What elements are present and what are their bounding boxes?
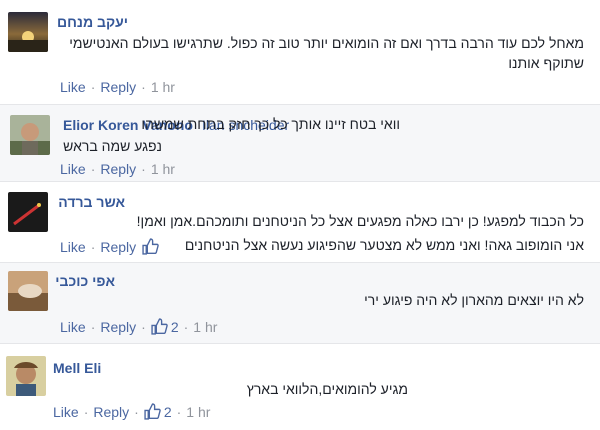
timestamp[interactable]: 1 hr (193, 319, 217, 335)
reply-link[interactable]: Reply (100, 161, 136, 177)
comment-actions: Like · Reply · 1 hr (60, 79, 175, 95)
comment-5: Mell Eli מגיע להומואים,הלוואי בארץ Like … (0, 344, 600, 430)
like-count: 2 (163, 403, 172, 420)
thumbs-up-icon (142, 238, 159, 255)
like-count: 2 (170, 318, 179, 335)
timestamp[interactable]: 1 hr (151, 79, 175, 95)
comment-3: אשר ברדה כל הכבוד למפגע! כן ירבו כאלה מפ… (0, 182, 600, 262)
comment-text-line-2: נפגע שמה בראש (63, 138, 162, 154)
like-count-badge[interactable]: 2 (151, 318, 179, 335)
separator-dot: · (90, 318, 96, 335)
avatar[interactable] (8, 271, 48, 311)
separator-dot: · (141, 79, 146, 95)
like-count-badge[interactable] (142, 238, 159, 255)
comment-text-line-1: מאחל לכם עוד הרבה בדרך ואם זה הומואים יו… (69, 35, 584, 51)
comment-text-line-1: לא היו יוצאים מהארון לא היה פיגוע ירי (364, 292, 584, 308)
like-link[interactable]: Like (60, 79, 86, 95)
separator-dot: · (134, 403, 139, 420)
author-name[interactable]: אפי כוכבי (55, 273, 115, 289)
avatar[interactable] (6, 356, 46, 396)
comment-text-line-1: וואי בטח זיינו אותך כל כך חזק בתחת שמשהו (141, 116, 400, 132)
separator-dot: · (90, 238, 96, 255)
comment-4: אפי כוכבי לא היו יוצאים מהארון לא היה פי… (0, 263, 600, 343)
separator-dot: · (176, 403, 182, 420)
reply-link[interactable]: Reply (100, 319, 136, 335)
like-link[interactable]: Like (53, 404, 79, 420)
comment-text-line-1: כל הכבוד למפגע! כן ירבו כאלה מפגעים אצל … (136, 213, 584, 229)
author-name[interactable]: Mell Eli (53, 360, 101, 376)
author-name[interactable]: יעקב מנחם (57, 14, 128, 30)
comment-text-line-2: אני הומופוב גאה! ואני ממש לא מצטער שהפיג… (184, 237, 584, 253)
comment-2: Elior Koren Vanono Ilan sncheider וואי ב… (0, 105, 600, 181)
reply-link[interactable]: Reply (93, 404, 129, 420)
separator-dot: · (83, 403, 89, 420)
comment-actions: Like · Reply (60, 238, 159, 255)
separator-dot: · (141, 318, 146, 335)
reply-link[interactable]: Reply (100, 79, 136, 95)
separator-dot: · (90, 161, 96, 177)
like-link[interactable]: Like (60, 319, 86, 335)
comment-actions: Like · Reply · 1 hr (60, 161, 175, 177)
thumbs-up-icon (151, 318, 168, 335)
comment-text-line-2: שתוקף אותנו (508, 55, 584, 71)
thumbs-up-icon (144, 403, 161, 420)
author-name[interactable]: אשר ברדה (58, 194, 125, 210)
separator-dot: · (141, 161, 146, 177)
reply-link[interactable]: Reply (100, 239, 136, 255)
like-count-badge[interactable]: 2 (144, 403, 172, 420)
like-link[interactable]: Like (60, 239, 86, 255)
avatar[interactable] (8, 192, 48, 232)
separator-dot: · (90, 79, 96, 95)
avatar[interactable] (8, 12, 48, 52)
comment-actions: Like · Reply · 2 · 1 hr (53, 403, 210, 420)
timestamp[interactable]: 1 hr (186, 404, 210, 420)
comment-text-line-1: מגיע להומואים,הלוואי בארץ (246, 381, 408, 397)
avatar[interactable] (10, 115, 50, 155)
like-link[interactable]: Like (60, 161, 86, 177)
comment-1: יעקב מנחם מאחל לכם עוד הרבה בדרך ואם זה … (0, 0, 600, 104)
comment-actions: Like · Reply · 2 · 1 hr (60, 318, 217, 335)
separator-dot: · (183, 318, 189, 335)
timestamp[interactable]: 1 hr (151, 161, 175, 177)
